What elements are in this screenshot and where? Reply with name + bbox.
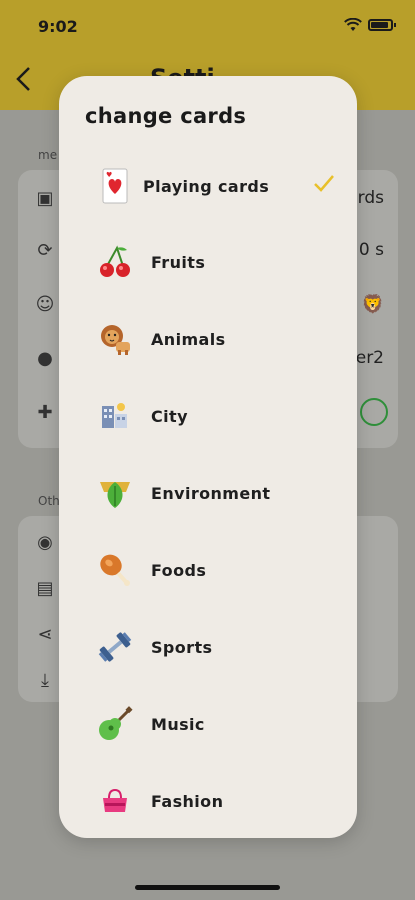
cherries-icon: [95, 242, 135, 282]
option-label: Animals: [151, 329, 226, 349]
option-label: Foods: [151, 560, 207, 580]
option-animals[interactable]: Animals: [95, 309, 345, 369]
guitar-icon: [95, 704, 135, 744]
dumbbell-icon: [95, 627, 135, 667]
option-label: Fashion: [151, 791, 224, 811]
option-label: City: [151, 406, 188, 426]
option-city[interactable]: City: [95, 386, 345, 446]
city-icon: [95, 396, 135, 436]
option-environment[interactable]: Environment: [95, 463, 345, 523]
option-label: Environment: [151, 483, 271, 503]
option-label: Music: [151, 714, 205, 734]
lion-icon: [95, 319, 135, 359]
option-fashion[interactable]: Fashion: [95, 771, 345, 831]
dialog-title: change cards: [85, 104, 247, 128]
svg-text:♥: ♥: [106, 171, 112, 179]
home-indicator[interactable]: [135, 885, 280, 890]
checkmark-icon: [314, 175, 334, 192]
leaf-icon: [95, 473, 135, 513]
option-music[interactable]: Music: [95, 694, 345, 754]
option-label: Fruits: [151, 252, 206, 272]
change-cards-dialog: change cards ♥ Playing cards Fruits Anim…: [59, 76, 357, 838]
option-label: Playing cards: [143, 176, 270, 196]
option-label: Sports: [151, 637, 213, 657]
option-fruits[interactable]: Fruits: [95, 232, 345, 292]
option-sports[interactable]: Sports: [95, 617, 345, 677]
drumstick-icon: [95, 550, 135, 590]
option-foods[interactable]: Foods: [95, 540, 345, 600]
option-playing-cards[interactable]: ♥ Playing cards: [95, 156, 345, 216]
playing-card-icon: ♥: [95, 166, 135, 206]
handbag-icon: [95, 781, 135, 821]
